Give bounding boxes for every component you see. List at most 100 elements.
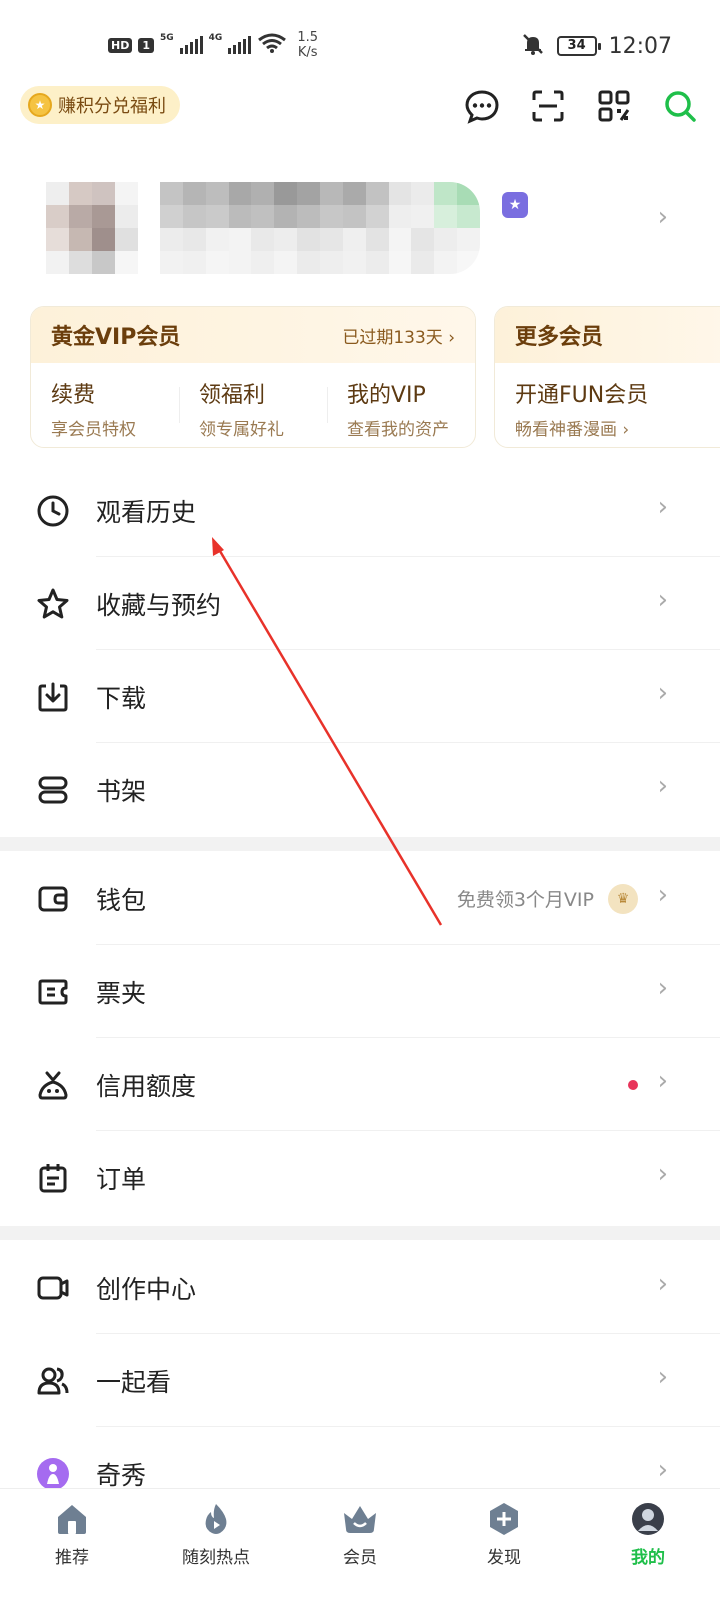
chevron-right-icon: ›	[657, 1362, 668, 1392]
qr-code-icon[interactable]	[594, 86, 634, 126]
menu-label: 观看历史	[96, 497, 197, 527]
tab-hot[interactable]: 随刻热点	[144, 1489, 288, 1600]
search-icon[interactable]	[660, 86, 700, 126]
chevron-right-icon: ›	[657, 1159, 668, 1189]
crown-icon: ♛	[608, 883, 638, 914]
menu-item-bookshelf[interactable]: 书架 ›	[0, 743, 720, 836]
tab-recommend[interactable]: 推荐	[0, 1489, 144, 1600]
earn-points-button[interactable]: ★ 赚积分兑福利	[20, 86, 180, 124]
coin-icon: ★	[28, 93, 52, 117]
notification-dot	[628, 1079, 638, 1090]
signal-icon-2	[228, 36, 252, 54]
chevron-right-icon: ›	[657, 492, 668, 522]
menu-label: 钱包	[96, 885, 147, 915]
network-4g-label: 4G	[208, 33, 223, 43]
vip-item-title: 领福利	[199, 383, 266, 408]
chevron-right-icon: ›	[657, 771, 668, 801]
tab-label: 我的	[631, 1548, 665, 1568]
tab-discover[interactable]: 发现	[432, 1489, 576, 1600]
wifi-icon	[257, 32, 287, 58]
menu-label: 下载	[96, 683, 147, 713]
wallet-icon	[34, 880, 72, 918]
wallet-promo[interactable]: 免费领3个月VIP ♛	[456, 883, 638, 914]
vip-item-title: 我的VIP	[347, 383, 426, 408]
menu-item-orders[interactable]: 订单 ›	[0, 1131, 720, 1224]
section-separator	[0, 837, 720, 851]
message-icon[interactable]	[462, 86, 502, 126]
tab-vip[interactable]: 会员	[288, 1489, 432, 1600]
status-bar: HD 1 5G 4G 1.5 K/s 34 12:07	[0, 0, 720, 88]
network-5g-label: 5G	[160, 33, 174, 43]
open-fun-membership-button[interactable]: 开通FUN会员 畅看神番漫画 ›	[495, 377, 720, 440]
tab-label: 发现	[487, 1548, 521, 1568]
vip-item-title: 开通FUN会员	[515, 383, 649, 408]
gold-vip-card-header[interactable]: 黄金VIP会员 已过期133天 ›	[31, 307, 475, 363]
menu-item-creator-center[interactable]: 创作中心 ›	[0, 1241, 720, 1334]
chevron-right-icon: ›	[657, 1269, 668, 1299]
menu-label: 一起看	[96, 1367, 172, 1397]
more-memberships-card[interactable]: 更多会员 开通FUN会员 畅看神番漫画 ›	[494, 306, 720, 448]
clock: 12:07	[608, 33, 672, 59]
menu-label: 票夹	[96, 978, 147, 1008]
sim-badge: 1	[138, 37, 154, 53]
tab-mine[interactable]: 我的	[576, 1489, 720, 1600]
vip-level-badge-icon: ★	[502, 192, 528, 218]
credit-bag-icon	[34, 1066, 72, 1104]
vip-item-subtitle: 畅看神番漫画 ›	[515, 420, 630, 440]
gold-vip-card[interactable]: 黄金VIP会员 已过期133天 › 续费 享会员特权 领福利 领专属好礼 我的V…	[30, 306, 476, 448]
home-icon	[52, 1499, 92, 1539]
qixiu-icon	[34, 1455, 72, 1493]
gold-vip-expire[interactable]: 已过期133天 ›	[342, 323, 455, 348]
battery-indicator: 34	[556, 36, 601, 56]
vip-item-subtitle: 查看我的资产	[347, 420, 449, 440]
profile-section[interactable]: ★ ›	[0, 170, 720, 280]
claim-benefits-button[interactable]: 领福利 领专属好礼	[179, 377, 327, 440]
profile-avatar-icon	[628, 1499, 668, 1539]
clock-icon	[34, 492, 72, 530]
renew-button[interactable]: 续费 享会员特权	[31, 377, 179, 440]
menu-label: 奇秀	[96, 1460, 147, 1490]
profile-chevron-icon: ›	[657, 202, 668, 232]
tab-label: 随刻热点	[182, 1548, 250, 1568]
menu-item-watch-together[interactable]: 一起看 ›	[0, 1334, 720, 1427]
chevron-right-icon: ›	[657, 1455, 668, 1485]
menu-item-favorites[interactable]: 收藏与预约 ›	[0, 557, 720, 650]
flame-icon	[196, 1499, 236, 1539]
chevron-right-icon: ›	[657, 880, 668, 910]
my-vip-button[interactable]: 我的VIP 查看我的资产	[327, 377, 475, 440]
wallet-promo-text: 免费领3个月VIP	[456, 889, 594, 911]
tab-label: 推荐	[55, 1548, 89, 1568]
section-separator	[0, 1226, 720, 1240]
chevron-right-icon: ›	[657, 585, 668, 615]
bookshelf-icon	[34, 771, 72, 809]
download-icon	[34, 678, 72, 716]
hd-badge: HD	[108, 37, 133, 53]
tab-label: 会员	[343, 1548, 377, 1568]
ticket-icon	[34, 973, 72, 1011]
users-icon	[34, 1362, 72, 1400]
menu-item-tickets[interactable]: 票夹 ›	[0, 945, 720, 1038]
vip-item-subtitle: 享会员特权	[51, 420, 136, 440]
menu-item-history[interactable]: 观看历史 ›	[0, 464, 720, 557]
status-bar-right: 34 12:07	[521, 32, 672, 60]
order-calendar-icon	[34, 1159, 72, 1197]
avatar[interactable]	[46, 182, 138, 274]
menu-label: 创作中心	[96, 1274, 197, 1304]
scan-icon[interactable]	[528, 86, 568, 126]
header-actions	[462, 86, 700, 126]
menu-label: 订单	[96, 1164, 147, 1194]
gold-vip-title: 黄金VIP会员	[51, 325, 181, 350]
mute-bell-icon	[521, 32, 545, 60]
video-camera-icon	[34, 1269, 72, 1307]
discover-plus-icon	[484, 1499, 524, 1539]
gold-vip-actions: 续费 享会员特权 领福利 领专属好礼 我的VIP 查看我的资产	[31, 363, 475, 440]
menu-item-download[interactable]: 下载 ›	[0, 650, 720, 743]
crown-icon	[340, 1499, 380, 1539]
menu-label: 书架	[96, 776, 147, 806]
more-memberships-title: 更多会员	[515, 325, 604, 350]
menu-item-credit[interactable]: 信用额度 ›	[0, 1038, 720, 1131]
menu-label: 信用额度	[96, 1071, 197, 1101]
vip-item-title: 续费	[51, 383, 96, 408]
chevron-right-icon: ›	[657, 678, 668, 708]
menu-item-wallet[interactable]: 钱包 免费领3个月VIP ♛ ›	[0, 852, 720, 945]
